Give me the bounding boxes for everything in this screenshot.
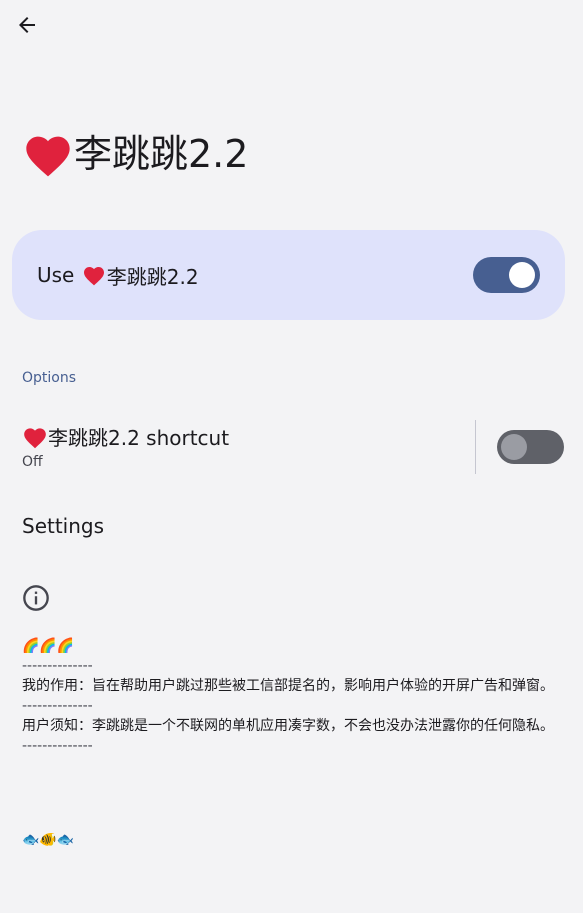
shortcut-toggle-switch[interactable] bbox=[497, 430, 564, 464]
main-switch-bar[interactable]: Use 李跳跳2.2 bbox=[12, 230, 565, 320]
shortcut-summary: Off bbox=[22, 454, 43, 470]
main-switch-label: Use 李跳跳2.2 bbox=[37, 230, 199, 320]
main-switch-label-name: 李跳跳2.2 bbox=[106, 264, 199, 289]
rainbow-emoji-line: 🌈🌈🌈 bbox=[22, 638, 75, 654]
shortcut-title: 李跳跳2.2 shortcut bbox=[22, 422, 229, 451]
shortcut-preference[interactable]: 李跳跳2.2 shortcut Off bbox=[0, 416, 583, 478]
red-heart-icon bbox=[83, 267, 104, 286]
separator-line: -------------- bbox=[22, 698, 93, 714]
main-toggle-switch[interactable] bbox=[473, 257, 540, 293]
red-heart-icon bbox=[26, 136, 70, 177]
page-title-text: 李跳跳2.2 bbox=[74, 132, 249, 176]
options-category-header: Options bbox=[22, 370, 77, 386]
settings-preference[interactable]: Settings bbox=[22, 514, 104, 538]
footer-description: 🌈🌈🌈 -------------- 我的作用：旨在帮助用户跳过那些被工信部提名… bbox=[22, 636, 557, 756]
main-switch-label-prefix: Use bbox=[37, 263, 81, 287]
toggle-thumb bbox=[501, 434, 527, 460]
arrow-back-icon bbox=[19, 17, 35, 33]
back-button[interactable] bbox=[12, 10, 42, 40]
toggle-thumb bbox=[509, 262, 535, 288]
shortcut-title-text: 李跳跳2.2 shortcut bbox=[48, 426, 230, 450]
top-app-bar bbox=[0, 0, 583, 52]
vertical-divider bbox=[475, 420, 476, 474]
separator-line: -------------- bbox=[22, 658, 93, 674]
fish-emoji-line: 🐟🐠🐟 bbox=[22, 832, 75, 848]
user-notice-text: 用户须知：李跳跳是一个不联网的单机应用凑字数，不会也没办法泄露你的任何隐私。 bbox=[22, 718, 554, 734]
page-title: 李跳跳2.2 bbox=[22, 126, 248, 182]
purpose-text: 我的作用：旨在帮助用户跳过那些被工信部提名的，影响用户体验的开屏广告和弹窗。 bbox=[22, 678, 554, 694]
info-circle-icon bbox=[23, 585, 49, 611]
separator-line: -------------- bbox=[22, 738, 93, 754]
red-heart-icon bbox=[24, 427, 46, 448]
